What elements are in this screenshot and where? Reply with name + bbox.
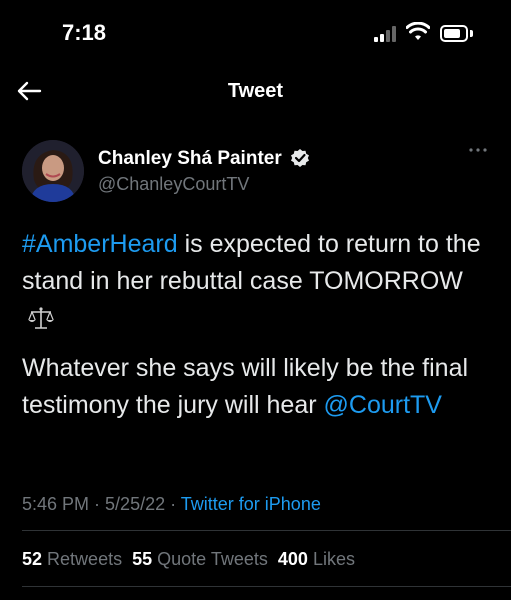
author-name[interactable]: Chanley Shá Painter (98, 148, 282, 170)
retweets-stat[interactable]: 52 Retweets (22, 549, 122, 569)
retweets-count: 52 (22, 549, 43, 569)
mention-link[interactable]: @CourtTV (324, 391, 442, 419)
hashtag-link[interactable]: #AmberHeard (22, 230, 178, 258)
tweet-time: 5:46 PM (22, 494, 90, 514)
divider (22, 530, 511, 531)
meta-separator: · (165, 494, 181, 514)
avatar[interactable] (22, 140, 84, 202)
tweet-meta: 5:46 PM · 5/25/22 · Twitter for iPhone (22, 494, 321, 515)
status-time: 7:18 (62, 20, 107, 45)
tweet-stats: 52 Retweets 55 Quote Tweets 400 Likes (22, 549, 365, 570)
wifi-icon (406, 22, 430, 40)
tweet-date: 5/25/22 (105, 494, 166, 514)
balance-scale-icon (28, 307, 54, 329)
tweet-paragraph-1: #AmberHeard is expected to return to the… (22, 226, 492, 337)
likes-stat[interactable]: 400 Likes (278, 549, 355, 569)
avatar-photo (22, 140, 84, 202)
likes-count: 400 (277, 549, 308, 569)
author-handle[interactable]: @ChanleyCourtTV (98, 174, 249, 195)
battery-icon (440, 25, 468, 42)
more-dots-icon[interactable] (468, 144, 488, 156)
verified-badge-icon (291, 149, 309, 167)
divider (22, 586, 511, 587)
tweet-text: #AmberHeard is expected to return to the… (22, 226, 492, 424)
tweet-paragraph-2: Whatever she says will likely be the fin… (22, 350, 492, 424)
tweet-source-link[interactable]: Twitter for iPhone (181, 494, 321, 514)
cellular-signal-icon (374, 26, 396, 42)
page-title: Tweet (227, 80, 284, 102)
battery-tip (470, 30, 473, 37)
quote-tweets-label: Quote Tweets (157, 549, 268, 569)
quote-tweets-count: 55 (132, 549, 153, 569)
quote-tweets-stat[interactable]: 55 Quote Tweets (132, 549, 268, 569)
meta-separator: · (89, 494, 106, 514)
retweets-label: Retweets (47, 549, 123, 569)
likes-label: Likes (312, 549, 355, 569)
